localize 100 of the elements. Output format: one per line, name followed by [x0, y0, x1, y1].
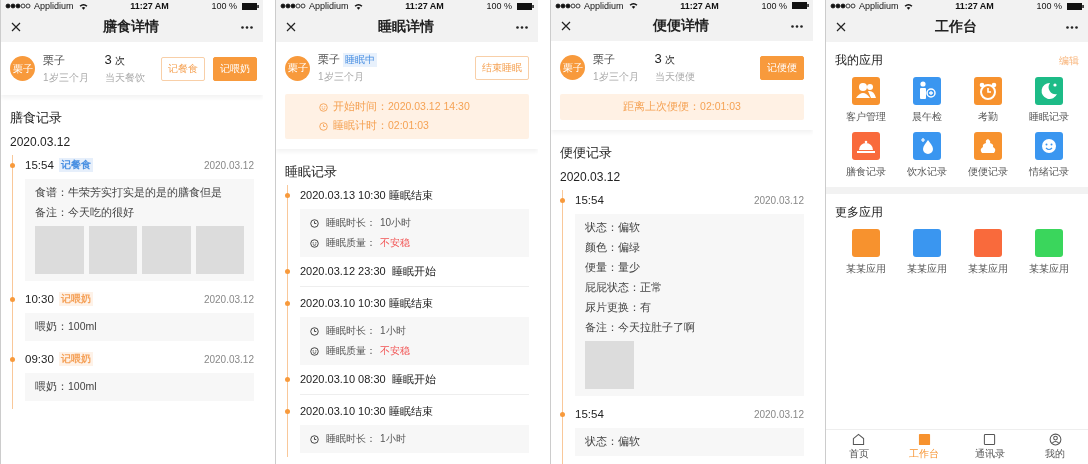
- app-icon[interactable]: [851, 132, 880, 160]
- image-placeholder: [142, 226, 191, 274]
- close-icon[interactable]: [286, 22, 296, 32]
- timeline-dot: [560, 412, 565, 417]
- child-age: 1岁三个月: [43, 70, 89, 85]
- battery-level: 100 %: [211, 1, 237, 11]
- entry-text: 状态：偏软: [585, 435, 641, 449]
- app-label: 客户管理: [845, 110, 886, 124]
- app-icon[interactable]: [973, 132, 1002, 160]
- timeline-dot: [10, 163, 15, 168]
- action-button[interactable]: 记餐食: [160, 56, 205, 81]
- entry-text: 备注：今天吃的很好: [35, 206, 135, 220]
- date-heading: 2020.03.12: [560, 170, 622, 184]
- banner-text: 距离上次便便：02:01:03: [623, 100, 741, 114]
- more-icon[interactable]: [1066, 25, 1078, 29]
- app-icon[interactable]: [1034, 132, 1063, 160]
- count-label: 当天便便: [654, 70, 695, 84]
- detail-value: 10小时: [380, 216, 412, 230]
- image-placeholder: [35, 226, 84, 274]
- app-label: 考勤: [977, 110, 998, 124]
- entry-text: 喂奶：100ml: [35, 380, 98, 394]
- entry-time: 09:30: [25, 353, 54, 365]
- app-label: 膳食记录: [845, 165, 886, 179]
- detail-label: 睡眠时长：: [326, 432, 376, 446]
- entry-date: 2020.03.12: [203, 293, 254, 305]
- status-tag: 睡眠中: [343, 53, 377, 67]
- count-value: 3: [104, 52, 112, 67]
- record-title: 2020.03.10 10:30 睡眠结束: [300, 403, 433, 419]
- entry-date: 2020.03.12: [753, 194, 804, 206]
- app-icon[interactable]: [1034, 229, 1063, 257]
- child-name: 栗子: [43, 52, 65, 68]
- person-icon: [1048, 433, 1062, 446]
- close-icon[interactable]: [561, 21, 571, 32]
- timeline-dot: [285, 409, 290, 414]
- entry-text: 便量：量少: [585, 261, 641, 275]
- status-time: 11:27 AM: [680, 0, 719, 11]
- app-icon[interactable]: [973, 229, 1002, 257]
- entry-date: 2020.03.12: [203, 159, 254, 171]
- square-icon: [983, 433, 997, 446]
- detail-value: 不安稳: [380, 344, 410, 358]
- timeline-dot: [285, 193, 290, 198]
- action-button[interactable]: 结束睡眠: [475, 56, 529, 80]
- app-label: 某某应用: [906, 262, 947, 276]
- detail-label: 睡眠质量：: [326, 344, 376, 358]
- battery-icon: [242, 2, 259, 10]
- more-icon[interactable]: [241, 25, 253, 29]
- status-time: 11:27 AM: [405, 1, 444, 11]
- banner-text: 睡眠计时：02:01:03: [333, 119, 429, 133]
- battery-level: 100 %: [486, 1, 512, 11]
- action-button[interactable]: 记便便: [760, 55, 804, 80]
- app-icon[interactable]: [973, 77, 1002, 105]
- status-time: 11:27 AM: [130, 1, 169, 11]
- app-label: 某某应用: [967, 262, 1008, 276]
- close-icon[interactable]: [11, 22, 21, 32]
- date-heading: 2020.03.12: [10, 135, 72, 149]
- clock-icon: [319, 121, 328, 131]
- close-icon[interactable]: [836, 22, 846, 32]
- app-label: 饮水记录: [906, 165, 947, 179]
- app-icon[interactable]: [851, 77, 880, 105]
- tab-item[interactable]: 通讯录: [957, 430, 1023, 464]
- child-age: 1岁三个月: [318, 70, 365, 84]
- wifi-icon: [78, 2, 88, 10]
- entry-text: 尿片更换：有: [585, 301, 652, 315]
- battery-icon: [1067, 2, 1084, 10]
- timeline-dot: [285, 269, 290, 274]
- face-icon: [310, 238, 319, 248]
- section-title: 睡眠记录: [285, 163, 338, 181]
- app-icon[interactable]: [912, 229, 941, 257]
- avatar: 栗子: [285, 55, 310, 81]
- tab-item[interactable]: 工作台: [891, 430, 957, 464]
- app-label: 便便记录: [967, 165, 1008, 179]
- battery-level: 100 %: [1036, 1, 1062, 11]
- entry-time: 10:30: [25, 293, 54, 305]
- detail-value: 1小时: [380, 432, 406, 446]
- count-label: 当天餐饮: [104, 71, 145, 85]
- app-icon[interactable]: [1034, 77, 1063, 105]
- entry-text: 屁屁状态：正常: [585, 281, 663, 295]
- entry-tag: 记餐食: [58, 158, 93, 172]
- signal-icon: [830, 3, 856, 9]
- app-icon[interactable]: [912, 77, 941, 105]
- house-icon: [852, 433, 866, 446]
- avatar: 栗子: [560, 55, 585, 80]
- tab-item[interactable]: 我的: [1022, 430, 1088, 464]
- app-icon[interactable]: [912, 132, 941, 160]
- app-icon[interactable]: [851, 229, 880, 257]
- count-unit: 次: [664, 53, 675, 67]
- timeline-dot: [285, 377, 290, 382]
- edit-link[interactable]: 编辑: [1059, 53, 1079, 68]
- entry-tag: 记喂奶: [58, 292, 93, 306]
- count-value: 3: [654, 51, 662, 66]
- app-label: 睡眠记录: [1028, 110, 1069, 124]
- tab-item[interactable]: 首页: [826, 430, 892, 464]
- timeline-dot: [10, 297, 15, 302]
- record-title: 2020.03.12 23:30 睡眠开始: [300, 263, 436, 279]
- app-label: 晨午检: [911, 110, 942, 124]
- more-icon[interactable]: [791, 24, 803, 28]
- action-button[interactable]: 记喂奶: [212, 56, 257, 81]
- more-icon[interactable]: [516, 25, 528, 29]
- section-title: 更多应用: [835, 204, 883, 221]
- signal-icon: [280, 3, 306, 9]
